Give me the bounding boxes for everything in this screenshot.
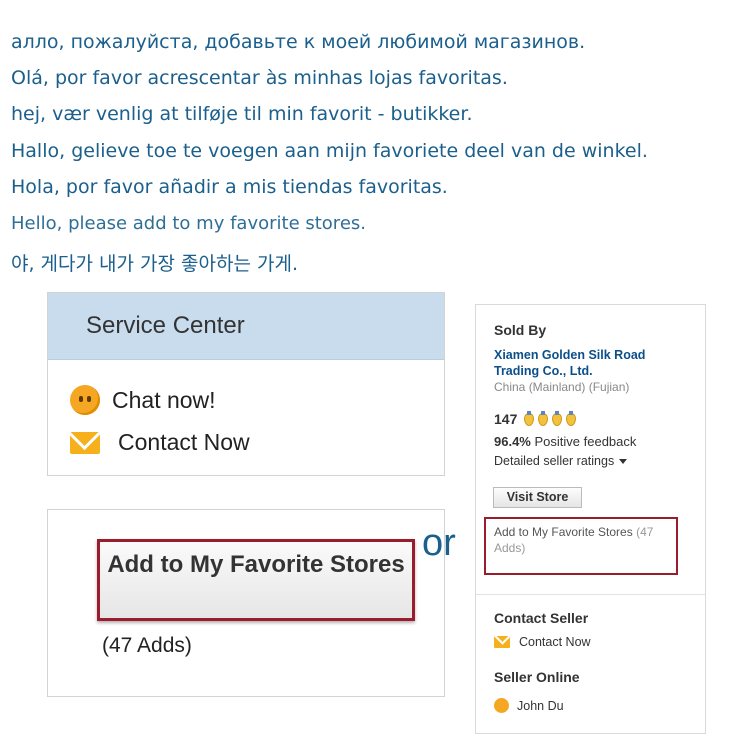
message-danish: hej, vær venlig at tilføje til min favor…: [11, 103, 473, 125]
contact-now-link[interactable]: Contact Now: [70, 429, 250, 456]
sold-by-heading: Sold By: [494, 322, 547, 338]
visit-store-button[interactable]: Visit Store: [493, 487, 582, 508]
envelope-icon: [494, 636, 510, 648]
or-label: or: [422, 522, 456, 564]
online-seller-name: John Du: [517, 698, 564, 713]
ratings-label: Detailed seller ratings: [494, 454, 615, 468]
feedback-percent: 96.4%: [494, 434, 531, 449]
seller-score-value: 147: [494, 411, 518, 427]
message-korean: 야, 게다가 내가 가장 좋아하는 가게.: [11, 253, 298, 275]
add-to-favorite-stores-link[interactable]: Add to My Favorite Stores (47 Adds): [484, 517, 678, 575]
seller-contact-now-label: Contact Now: [519, 635, 591, 649]
seller-score: 147: [494, 410, 577, 427]
add-to-favorite-stores-button[interactable]: Add to My Favorite Stores: [97, 539, 415, 621]
envelope-icon: [70, 431, 100, 454]
medal-icon: [538, 410, 549, 426]
seller-panel: Sold By Xiamen Golden Silk Road Trading …: [475, 304, 706, 734]
seller-contact-now-link[interactable]: Contact Now: [494, 635, 591, 649]
medal-icon: [524, 410, 535, 426]
message-russian: алло, пожалуйста, добавьте к моей любимо…: [11, 31, 586, 53]
caret-down-icon: [619, 459, 628, 465]
feedback-label: Positive feedback: [534, 434, 637, 449]
seller-online-heading: Seller Online: [494, 669, 580, 685]
medal-icon: [566, 410, 577, 426]
message-spanish: Hola, por favor añadir a mis tiendas fav…: [11, 176, 448, 198]
contact-seller-heading: Contact Seller: [494, 610, 589, 626]
positive-feedback: 96.4% Positive feedback: [494, 434, 636, 449]
message-english: Hello, please add to my favorite stores.: [11, 213, 366, 234]
medal-icon: [552, 410, 563, 426]
service-center-panel: Service Center Chat now! Contact Now: [47, 292, 445, 476]
store-name-link[interactable]: Xiamen Golden Silk Road Trading Co., Ltd…: [494, 347, 694, 379]
favorite-store-panel: Add to My Favorite Stores (47 Adds): [47, 509, 445, 697]
chat-now-label: Chat now!: [112, 386, 216, 413]
store-location: China (Mainland) (Fujian): [494, 380, 630, 394]
favorite-adds-count: (47 Adds): [102, 634, 192, 657]
chat-face-icon: [494, 698, 509, 713]
message-portuguese: Olá, por favor acrescentar às minhas loj…: [11, 67, 508, 89]
divider: [476, 594, 705, 595]
contact-now-label: Contact Now: [118, 429, 250, 455]
online-seller-link[interactable]: John Du: [494, 698, 564, 713]
detailed-ratings-dropdown[interactable]: Detailed seller ratings: [494, 454, 628, 468]
message-dutch: Hallo, gelieve toe te voegen aan mijn fa…: [11, 140, 648, 162]
fav-link-label: Add to My Favorite Stores: [494, 525, 633, 539]
chat-now-link[interactable]: Chat now!: [70, 385, 216, 415]
service-center-title: Service Center: [48, 293, 444, 360]
chat-face-icon: [70, 385, 100, 415]
